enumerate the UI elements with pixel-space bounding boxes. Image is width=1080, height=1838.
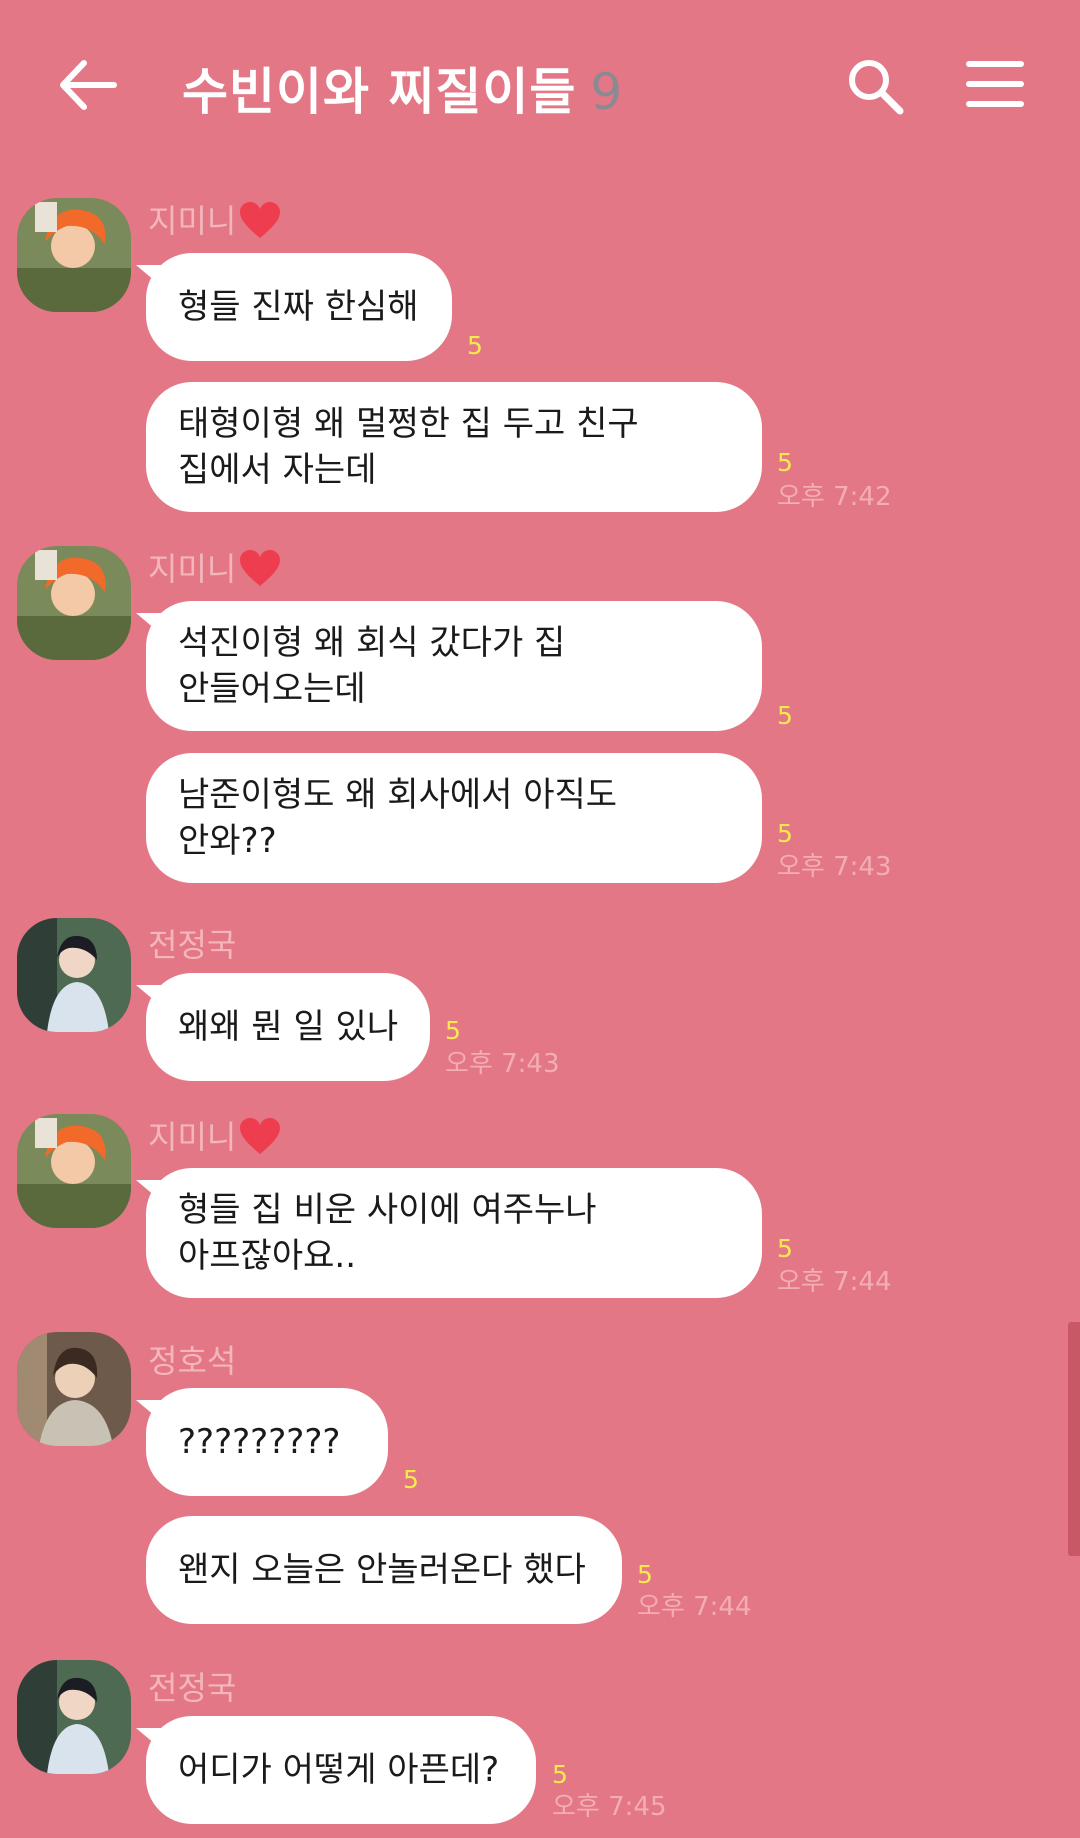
sender-name: 전정국 <box>148 1669 237 1707</box>
sender-name: 전정국 <box>148 926 237 964</box>
message-bubble[interactable]: 태형이형 왜 멀쩡한 집 두고 친구 집에서 자는데 <box>146 382 762 512</box>
message-text: 태형이형 왜 멀쩡한 집 두고 친구 <box>178 404 639 444</box>
message-text: 석진이형 왜 회식 갔다가 집 <box>178 623 566 663</box>
timestamp: 오후 7:44 <box>637 1592 752 1622</box>
heart-icon <box>240 202 281 238</box>
timestamp: 오후 7:43 <box>445 1049 560 1079</box>
hamburger-menu-icon[interactable] <box>965 58 1025 110</box>
timestamp: 오후 7:42 <box>777 482 892 512</box>
sender-name: 지미니 <box>148 196 282 242</box>
unread-count: 5 <box>637 1560 653 1589</box>
avatar-jimin[interactable] <box>17 1114 131 1228</box>
chat-header: 수빈이와 찌질이들 9 <box>0 0 1080 170</box>
sender-name: 지미니 <box>148 1112 282 1158</box>
message-text: ????????? <box>178 1422 341 1462</box>
message-bubble[interactable]: 왠지 오늘은 안놀러온다 했다 <box>146 1516 622 1624</box>
message-text: 집에서 자는데 <box>178 450 377 490</box>
avatar-jungkook[interactable] <box>17 918 131 1032</box>
message-bubble[interactable]: 어디가 어떻게 아픈데? <box>136 1716 536 1824</box>
message-text: 형들 진짜 한심해 <box>178 287 419 327</box>
unread-count: 5 <box>403 1465 419 1494</box>
unread-count: 5 <box>777 701 793 730</box>
back-arrow-icon[interactable] <box>58 58 118 112</box>
unread-count: 5 <box>467 331 483 360</box>
message-text: 아프잖아요.. <box>178 1236 357 1276</box>
unread-count: 5 <box>777 448 793 477</box>
avatar-jungkook[interactable] <box>17 1660 131 1774</box>
timestamp: 오후 7:44 <box>777 1267 892 1297</box>
message-text: 형들 집 비운 사이에 여주누나 <box>178 1190 597 1230</box>
avatar-jimin[interactable] <box>17 198 131 312</box>
unread-count: 5 <box>552 1760 568 1789</box>
unread-count: 5 <box>777 819 793 848</box>
avatar-jimin[interactable] <box>17 546 131 660</box>
heart-icon <box>240 1118 281 1154</box>
sender-name: 지미니 <box>148 544 282 590</box>
message-bubble[interactable]: 형들 집 비운 사이에 여주누나 아프잖아요.. <box>136 1168 762 1298</box>
message-text: 남준이형도 왜 회사에서 아직도 <box>178 775 618 815</box>
message-text: 안와?? <box>178 821 277 861</box>
heart-icon <box>240 550 281 586</box>
unread-count: 5 <box>777 1234 793 1263</box>
message-text: 왠지 오늘은 안놀러온다 했다 <box>178 1550 586 1590</box>
message-bubble[interactable]: 형들 진짜 한심해 <box>136 253 452 361</box>
chat-title: 수빈이와 찌질이들 9 <box>182 52 623 124</box>
avatar-hoseok[interactable] <box>17 1332 131 1446</box>
chat-room-name: 수빈이와 찌질이들 <box>182 63 577 121</box>
message-text: 어디가 어떻게 아픈데? <box>178 1750 500 1790</box>
message-bubble[interactable]: ????????? <box>136 1388 388 1496</box>
message-bubble[interactable]: 석진이형 왜 회식 갔다가 집 안들어오는데 <box>136 601 762 731</box>
member-count: 9 <box>590 63 624 121</box>
search-icon[interactable] <box>845 56 905 116</box>
timestamp: 오후 7:45 <box>552 1792 667 1822</box>
unread-count: 5 <box>445 1016 461 1045</box>
scrollbar[interactable] <box>1068 1322 1080 1556</box>
timestamp: 오후 7:43 <box>777 852 892 882</box>
message-bubble[interactable]: 남준이형도 왜 회사에서 아직도 안와?? <box>146 753 762 883</box>
message-text: 왜왜 뭔 일 있나 <box>178 1007 399 1047</box>
message-text: 안들어오는데 <box>178 669 366 709</box>
message-bubble[interactable]: 왜왜 뭔 일 있나 <box>136 973 430 1081</box>
sender-name: 정호석 <box>148 1342 237 1380</box>
